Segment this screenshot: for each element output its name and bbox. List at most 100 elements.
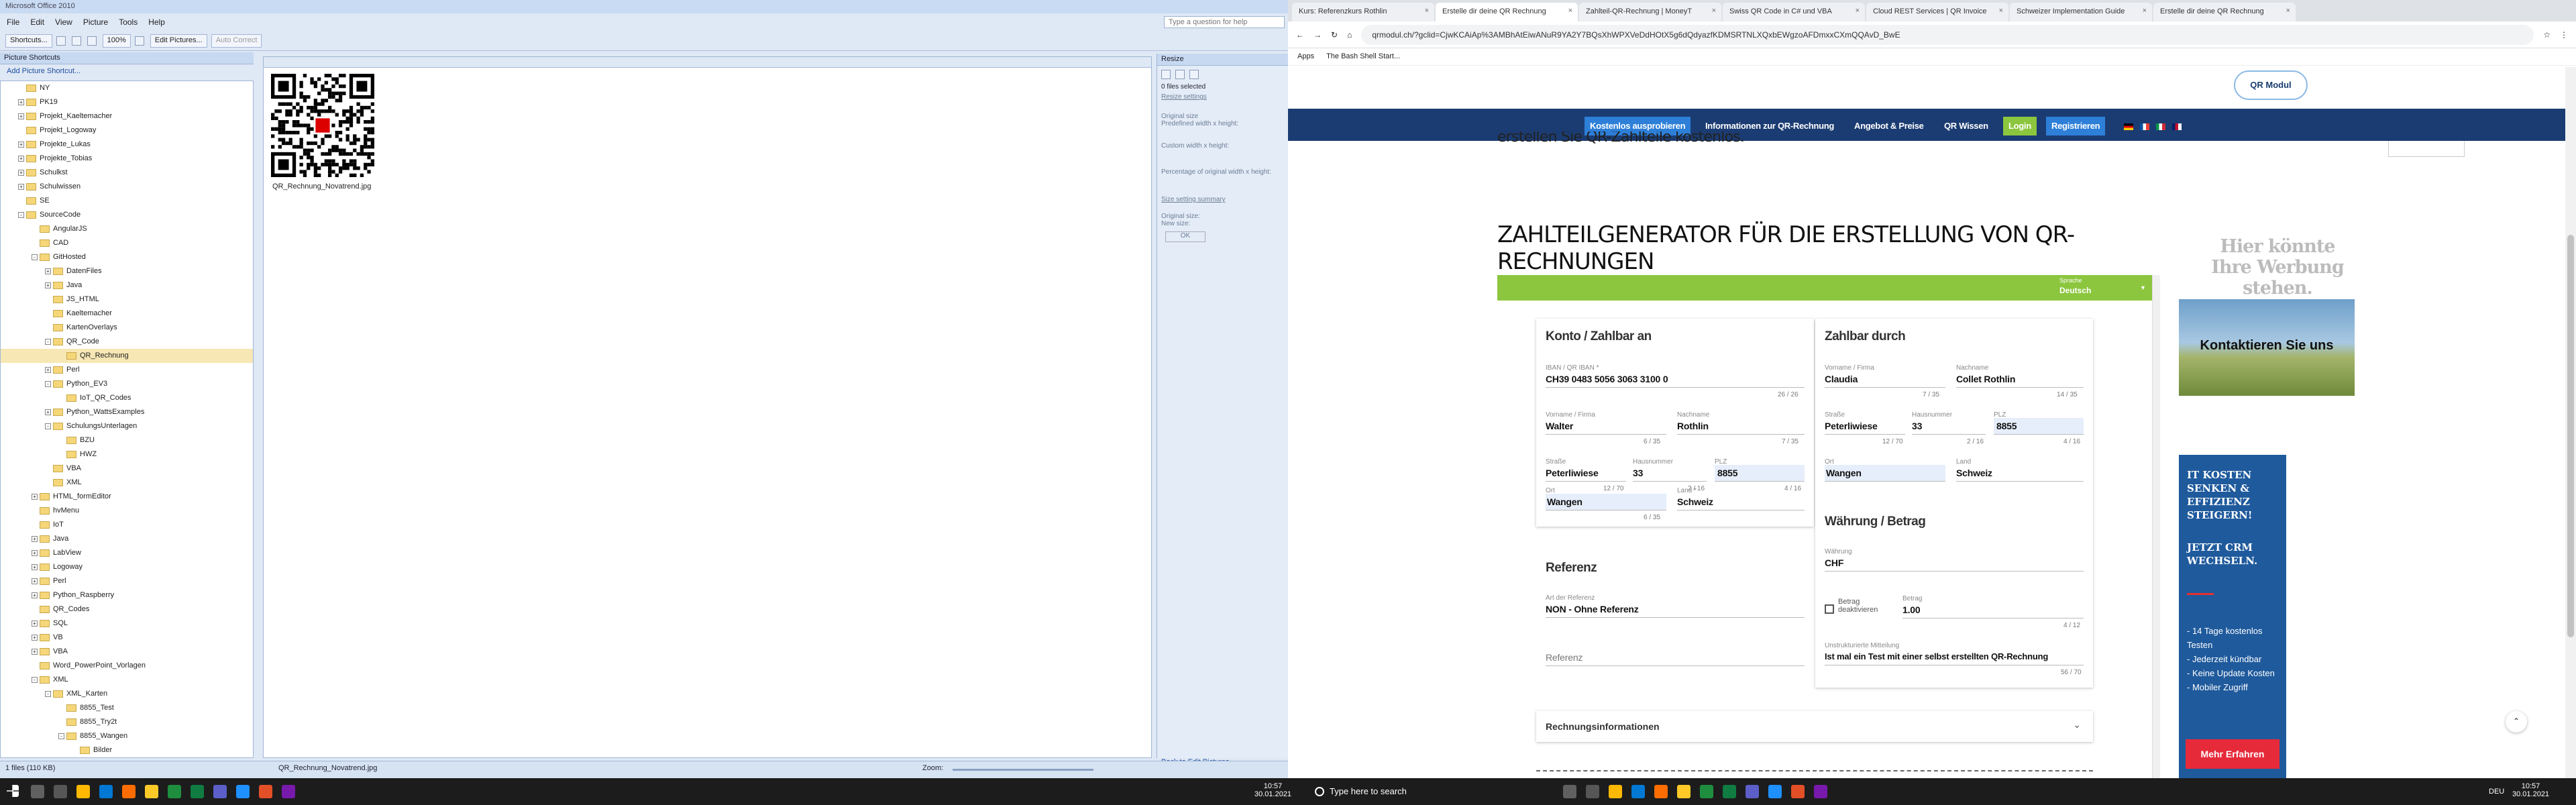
close-tab-icon[interactable]: ×	[1425, 7, 1429, 15]
tree-item[interactable]: + SQL	[1, 616, 253, 631]
taskbar-app-icon[interactable]	[191, 785, 204, 798]
taskbar-app-icon[interactable]	[1631, 785, 1645, 798]
taskbar-app-icon[interactable]	[1654, 785, 1668, 798]
shortcuts-button[interactable]: Shortcuts...	[5, 34, 52, 48]
art-referenz-select[interactable]: NON - Ohne Referenz	[1546, 604, 1639, 614]
tree-item[interactable]: - XML	[1, 673, 253, 687]
zoom-select[interactable]: 100%	[102, 34, 131, 48]
auto-correct-button[interactable]: Auto Correct	[211, 34, 262, 48]
ort-input[interactable]: Wangen	[1826, 468, 1862, 478]
taskbar-app-icon[interactable]	[1563, 785, 1576, 798]
tree-item[interactable]: + Projekte_Lukas	[1, 138, 253, 152]
language-select[interactable]: Deutsch	[2059, 286, 2091, 295]
qr-thumbnail[interactable]	[271, 74, 374, 177]
ort-input[interactable]: Wangen	[1547, 496, 1582, 507]
chevron-down-icon[interactable]: ▼	[2140, 284, 2146, 291]
tree-item[interactable]: BZU	[1, 433, 253, 447]
tree-item[interactable]: AngularJS	[1, 222, 253, 236]
taskbar-app-icon[interactable]	[1746, 785, 1759, 798]
tree-item[interactable]: + Projekte_Tobias	[1, 152, 253, 166]
collapse-icon[interactable]: -	[45, 690, 51, 697]
vorname-input[interactable]: Walter	[1546, 421, 1573, 431]
taskbar-app-icon[interactable]	[31, 785, 44, 798]
home-icon[interactable]	[1189, 70, 1199, 79]
zoom-slider[interactable]	[953, 769, 1093, 771]
expand-icon[interactable]: +	[45, 282, 51, 288]
browser-tab[interactable]: Kurs: Referenzkurs Rothlin ×	[1292, 3, 1434, 21]
tree-item[interactable]: - QR_Code	[1, 335, 253, 349]
tree-item[interactable]: - GitHosted	[1, 250, 253, 264]
tree-item[interactable]: + Python_Raspberry	[1, 588, 253, 602]
back-icon[interactable]	[1161, 70, 1171, 79]
taskbar-app-icon[interactable]	[99, 785, 113, 798]
iban-input[interactable]: CH39 0483 5056 3063 3100 0	[1546, 374, 1668, 384]
windows-icon[interactable]	[7, 785, 19, 797]
chevron-down-icon[interactable]: ⌄	[2073, 719, 2081, 731]
nav-item[interactable]: Registrieren	[2046, 117, 2106, 136]
tree-item[interactable]: + VBA	[1, 645, 253, 659]
tree-item[interactable]: - SchulungsUnterlagen	[1, 419, 253, 433]
tree-item[interactable]: + DatenFiles	[1, 264, 253, 278]
betrag-checkbox[interactable]	[1825, 604, 1834, 614]
taskbar-search-input[interactable]: Type here to search	[1330, 786, 1531, 798]
tree-item[interactable]: 8855_Try2t	[1, 715, 253, 729]
option-original[interactable]: Original size	[1161, 113, 1284, 120]
taskbar-app-icon[interactable]	[1586, 785, 1599, 798]
scroll-top-button[interactable]: ⌃	[2506, 711, 2527, 733]
search-icon[interactable]	[1315, 787, 1324, 796]
tree-item[interactable]: - Python_EV3	[1, 377, 253, 391]
taskbar-app-icon[interactable]	[168, 785, 181, 798]
tree-item[interactable]: + Projekt_Kaeltemacher	[1, 109, 253, 123]
menu-icon[interactable]: ⋮	[2560, 30, 2568, 40]
nachname-input[interactable]: Rothlin	[1677, 421, 1709, 431]
add-shortcut-link[interactable]: Add Picture Shortcut...	[0, 64, 254, 78]
taskbar-app-icon[interactable]	[259, 785, 272, 798]
tree-item[interactable]: IoT	[1, 518, 253, 532]
close-tab-icon[interactable]: ×	[2286, 7, 2290, 15]
land-select[interactable]: Schweiz	[1677, 496, 1713, 507]
taskbar-app-icon[interactable]	[1791, 785, 1805, 798]
tree-item[interactable]: SE	[1, 194, 253, 208]
expand-icon[interactable]: +	[18, 183, 24, 190]
taskbar-app-icon[interactable]	[213, 785, 227, 798]
tree-item[interactable]: Kaeltemacher	[1, 307, 253, 321]
taskbar-app-icon[interactable]	[145, 785, 158, 798]
close-tab-icon[interactable]: ×	[1856, 7, 1860, 15]
menu-tools[interactable]: Tools	[119, 17, 138, 27]
home-icon[interactable]: ⌂	[1347, 30, 1352, 40]
tree-item[interactable]: Projekt_Logoway	[1, 123, 253, 138]
browser-tab[interactable]: Cloud REST Services | QR Invoice ×	[1866, 3, 2008, 21]
tree-item[interactable]: CAD	[1, 236, 253, 250]
collapse-icon[interactable]: -	[45, 423, 51, 429]
tree-item[interactable]: JS_HTML	[1, 292, 253, 307]
referenz-input[interactable]: Referenz	[1546, 652, 1582, 663]
tree-item[interactable]: + HTML_formEditor	[1, 490, 253, 504]
taskbar-app-icon[interactable]	[76, 785, 90, 798]
language-flag-icon[interactable]	[2156, 123, 2165, 130]
close-tab-icon[interactable]: ×	[1568, 7, 1572, 15]
tree-item[interactable]: + Schulkst	[1, 166, 253, 180]
help-icon[interactable]	[134, 36, 144, 46]
mehr-erfahren-button[interactable]: Mehr Erfahren	[2186, 739, 2279, 769]
browser-tab[interactable]: Erstelle dir deine QR Rechnung ×	[2153, 3, 2296, 21]
expand-icon[interactable]: +	[18, 99, 24, 105]
nr-input[interactable]: 33	[1912, 421, 1922, 431]
nav-item[interactable]: QR Wissen	[1939, 117, 1994, 136]
collapse-icon[interactable]: -	[45, 338, 51, 345]
tree-item[interactable]: VBA	[1, 462, 253, 476]
browser-tab[interactable]: Erstelle dir deine QR Rechnung ×	[1436, 3, 1578, 21]
tree-item[interactable]: NY	[1, 81, 253, 95]
ok-button[interactable]: OK	[1165, 231, 1205, 242]
star-icon[interactable]: ☆	[2543, 30, 2551, 40]
bookmark-apps[interactable]: Apps	[1297, 52, 1314, 61]
tree-item[interactable]: + LabView	[1, 546, 253, 560]
taskbar-app-icon[interactable]	[1723, 785, 1736, 798]
tree-item[interactable]: + Perl	[1, 574, 253, 588]
tree-item[interactable]: - 8855_Wangen	[1, 729, 253, 743]
tree-item[interactable]: - SourceCode	[1, 208, 253, 222]
tree-item[interactable]: + VB	[1, 631, 253, 645]
tree-item[interactable]: + Java	[1, 278, 253, 292]
expand-icon[interactable]: +	[32, 592, 38, 598]
menu-picture[interactable]: Picture	[83, 17, 108, 27]
back-icon[interactable]: ←	[1296, 30, 1304, 40]
